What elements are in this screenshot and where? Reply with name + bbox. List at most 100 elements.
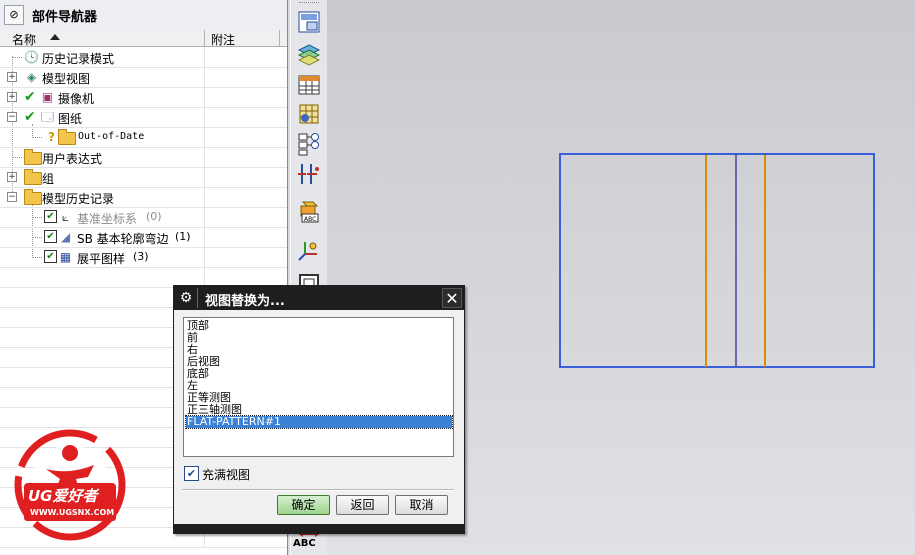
folder-icon [24, 189, 42, 205]
feature-checkbox[interactable]: ✔ [44, 250, 57, 263]
checkmark-icon: ✔ [24, 109, 36, 125]
tree-row-label: 展平图样 [77, 252, 126, 266]
cell-divider [204, 207, 205, 227]
sort-ascending-icon[interactable] [50, 34, 60, 40]
cube-abc-icon[interactable]: ABC [297, 200, 321, 224]
cell-divider [204, 167, 205, 187]
column-name-header[interactable]: 名称 [12, 31, 36, 48]
tree-row-label: 图纸 [58, 112, 83, 126]
expand-icon[interactable]: + [7, 172, 17, 182]
tree-row-cameras[interactable]: + ✔ ▣ 摄像机 [0, 87, 287, 108]
cell-divider [204, 47, 205, 67]
cancel-button[interactable]: 取消 [395, 495, 448, 515]
column-divider[interactable] [279, 30, 280, 46]
svg-text:ABC: ABC [304, 216, 316, 223]
question-mark-icon: ? [48, 130, 55, 144]
column-divider[interactable] [204, 30, 205, 46]
fit-view-checkbox[interactable]: ✔ [184, 466, 199, 481]
tree-connector [32, 237, 42, 238]
feature-index: (3) [133, 250, 149, 263]
tree-row-out-of-date[interactable]: ? Out-of-Date [0, 127, 287, 148]
ok-button[interactable]: 确定 [277, 495, 330, 515]
navigator-title: 部件导航器 [32, 10, 98, 25]
view-layout-icon[interactable] [297, 10, 321, 34]
abc-annotation-label[interactable]: ABC [293, 538, 316, 549]
view-list-item[interactable]: 后视图 [186, 356, 452, 368]
expand-icon[interactable]: + [7, 72, 17, 82]
cell-divider [204, 67, 205, 87]
flat-pattern-icon: ▦ [59, 250, 72, 264]
tree-row-label: 历史记录模式 [42, 52, 115, 66]
tree-connector [32, 217, 42, 218]
navigator-title-bar: ⊘ 部件导航器 [0, 0, 287, 31]
collapse-icon[interactable]: − [7, 192, 17, 202]
folder-icon [24, 169, 42, 185]
pin-icon[interactable]: ⊘ [4, 5, 24, 25]
display-grid-icon[interactable] [297, 102, 321, 126]
tree-row-flat-pattern[interactable]: ✔ ▦ 展平图样 (3) [0, 247, 287, 268]
tree-row-datum-csys[interactable]: ✔ ⟀ 基准坐标系 (0) [0, 207, 287, 228]
tree-row-label: 用户表达式 [42, 152, 103, 166]
tree-row-groups[interactable]: + 组 [0, 167, 287, 188]
hierarchy-icon[interactable] [297, 132, 321, 156]
tree-row-label: SB 基本轮廓弯边 [77, 232, 169, 246]
flat-pattern-outline[interactable] [559, 153, 875, 368]
dialog-title-bar[interactable]: ⚙ 视图替换为... ✕ [174, 286, 464, 310]
model-view-icon: ◈ [26, 70, 37, 84]
view-list-item[interactable]: 前 [186, 332, 452, 344]
dialog-separator [182, 489, 454, 491]
column-note-header[interactable]: 附注 [211, 31, 235, 48]
cell-divider [204, 127, 205, 147]
view-list-item[interactable]: 右 [186, 344, 452, 356]
tree-connector [32, 257, 42, 258]
replace-view-dialog: ⚙ 视图替换为... ✕ 顶部 前 右 后视图 底部 左 正等测图 正三轴测图 … [173, 285, 465, 534]
watermark-url: WWW.UGSNX.COM [30, 508, 115, 517]
tree-connector [12, 57, 22, 58]
cell-divider [204, 227, 205, 247]
checkmark-icon: ✔ [24, 89, 36, 105]
navigator-column-header: 名称 附注 [0, 30, 287, 47]
tree-row-label: 模型历史记录 [42, 192, 115, 206]
tree-row-drawings[interactable]: − ✔ 🗔 图纸 [0, 107, 287, 128]
contour-flange-icon: ◢ [60, 230, 71, 244]
tree-row-contour-flange[interactable]: ✔ ◢ SB 基本轮廓弯边 (1) [0, 227, 287, 248]
toolbar-grip[interactable] [299, 2, 319, 6]
bend-line[interactable] [705, 155, 707, 367]
cell-divider [204, 187, 205, 207]
datum-csys-icon: ⟀ [61, 210, 70, 224]
drawing-sheet-icon: 🗔 [40, 110, 54, 124]
feature-index: (0) [146, 210, 162, 223]
cell-divider [204, 267, 205, 287]
view-list-item[interactable]: 顶部 [186, 320, 452, 332]
table-icon[interactable] [297, 72, 321, 96]
bend-center-line[interactable] [735, 155, 737, 367]
tree-row-model-views[interactable]: + ◈ 模型视图 [0, 67, 287, 88]
tree-row-label: 组 [42, 172, 55, 186]
layers-icon[interactable] [297, 42, 321, 66]
tree-row-history-mode[interactable]: 🕓 历史记录模式 [0, 47, 287, 68]
back-button[interactable]: 返回 [336, 495, 389, 515]
feature-checkbox[interactable]: ✔ [44, 230, 57, 243]
tree-row-model-history[interactable]: − 模型历史记录 [0, 187, 287, 208]
tree-connector [12, 157, 22, 158]
tree-connector [32, 137, 42, 138]
tree-row-user-expressions[interactable]: 用户表达式 [0, 147, 287, 168]
view-list[interactable]: 顶部 前 右 后视图 底部 左 正等测图 正三轴测图 FLAT-PATTERN#… [183, 317, 454, 457]
expand-icon[interactable]: + [7, 92, 17, 102]
cell-divider [204, 107, 205, 127]
cell-divider [204, 147, 205, 167]
fit-view-label[interactable]: 充满视图 [202, 466, 250, 483]
view-list-item-selected[interactable]: FLAT-PATTERN#1 [185, 415, 453, 429]
view-list-item[interactable]: 底部 [186, 368, 452, 380]
folder-icon [58, 129, 76, 145]
csys-icon[interactable] [297, 238, 321, 262]
title-separator [197, 288, 198, 308]
collapse-icon[interactable]: − [7, 112, 17, 122]
cell-divider [204, 247, 205, 267]
feature-checkbox[interactable]: ✔ [44, 210, 57, 223]
bend-line[interactable] [764, 155, 766, 367]
dimension-icon[interactable] [297, 162, 321, 186]
camera-icon: ▣ [41, 90, 54, 104]
gear-icon[interactable]: ⚙ [177, 289, 195, 307]
close-icon[interactable]: ✕ [442, 288, 462, 308]
